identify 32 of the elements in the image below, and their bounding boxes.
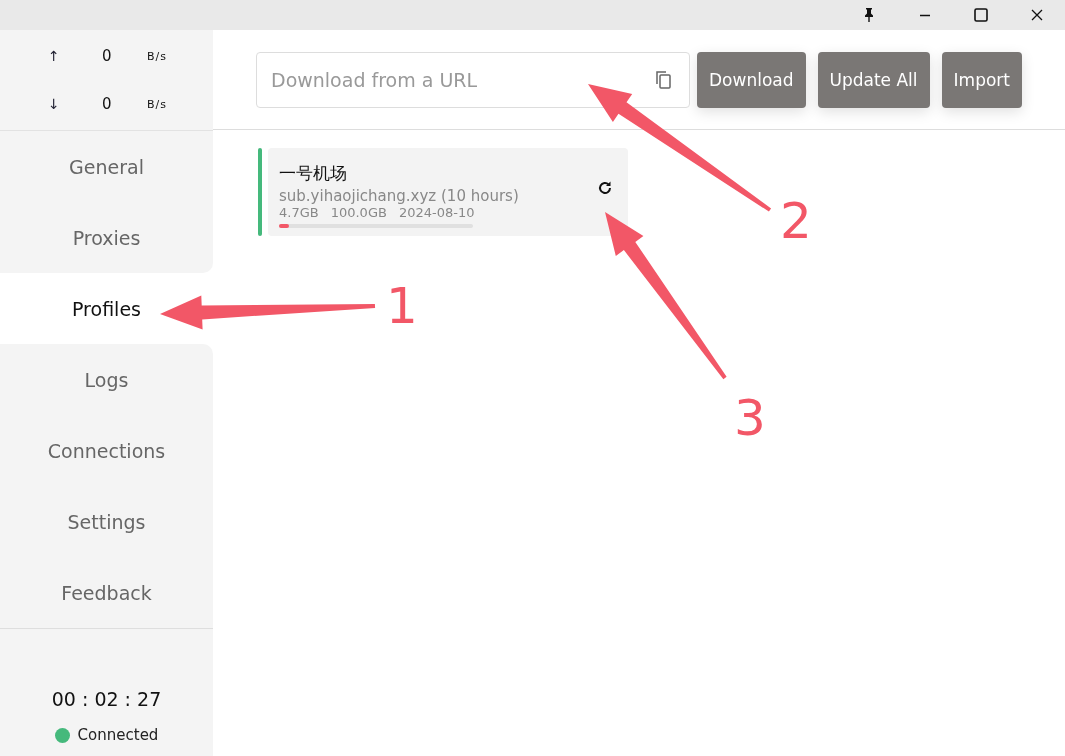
sidebar-item[interactable]: Settings (0, 486, 213, 557)
uptime-timer: 00 : 02 : 27 (51, 688, 162, 710)
profile-card[interactable]: 一号机场 sub.yihaojichang.xyz (10 hours) 4.7GB 100.0GB 2024-08-10 (268, 148, 628, 236)
sidebar-item[interactable]: General (0, 131, 213, 202)
pin-icon (863, 8, 875, 22)
sidebar-item[interactable]: Feedback (0, 557, 213, 628)
speed-value: 0 (102, 47, 113, 65)
refresh-icon[interactable] (596, 179, 614, 197)
total-traffic: 100.0GB (330, 205, 387, 220)
annotation-number: 3 (734, 389, 766, 447)
used-traffic: 4.7GB (279, 205, 319, 220)
profile-source: sub.yihaojichang.xyz (10 hours) (279, 187, 520, 205)
annotation-number: 2 (780, 192, 812, 250)
sidebar-item[interactable]: Proxies (0, 202, 213, 273)
close-icon (1031, 9, 1043, 21)
speed-value: 0 (102, 95, 113, 113)
upload-arrow: ↑ (48, 48, 61, 64)
download-button[interactable]: Download (697, 51, 806, 108)
import-button[interactable]: Import (941, 51, 1022, 108)
sidebar-item[interactable]: Logs (0, 344, 213, 415)
connection-status: Connected (77, 726, 159, 744)
speed-unit: B/s (147, 97, 168, 111)
update-all-button[interactable]: Update All (817, 51, 930, 108)
expiry-date: 2024-08-10 (398, 205, 475, 220)
url-input-field[interactable]: Download from a URL (256, 51, 690, 108)
annotation-number: 1 (386, 277, 418, 335)
download-arrow: ↓ (48, 96, 61, 112)
profile-name: 一号机场 (279, 162, 348, 185)
copy-icon[interactable] (654, 69, 674, 90)
speed-unit: B/s (147, 49, 168, 63)
maximize-icon (974, 8, 988, 22)
sidebar-item[interactable]: Connections (0, 415, 213, 486)
